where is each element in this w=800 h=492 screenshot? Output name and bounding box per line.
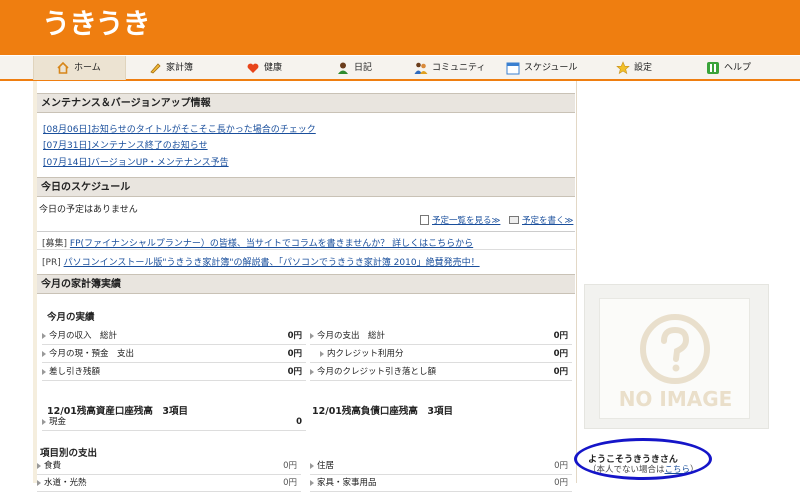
main-content: メンテナンス＆バージョンアップ情報 [08月06日]お知らせのタイトルがそこそこ… (37, 81, 577, 492)
ad-line-2: [PR] パソコンインストール版"うきうき家計簿"の解説書、「パソコンでうきうき… (42, 255, 480, 268)
balance-row: 差し引き残額 0円 (42, 365, 306, 381)
community-icon (414, 61, 428, 75)
nav-label: ヘルプ (724, 63, 752, 73)
ad-tag: [PR] (42, 258, 61, 268)
ad-line-1: [募集] FP(ファイナンシャルプランナー）の皆様、当サイトでコラムを書きません… (42, 236, 473, 249)
ad-link[interactable]: FP(ファイナンシャルプランナー）の皆様、当サイトでコラムを書きませんか？ 詳し… (70, 239, 473, 249)
main-nav: ホーム 家計簿 健康 日記 コミュニティ スケジュール 設定 ヘルプ (0, 55, 800, 81)
nav-label: 家計簿 (166, 63, 194, 73)
right-frame (777, 81, 800, 483)
nav-label: 設定 (634, 63, 653, 73)
income-total-row: 今月の収入 総計 0円 (42, 329, 306, 345)
site-logo[interactable]: うきうき (42, 6, 150, 42)
person-icon (336, 61, 350, 75)
no-image-text: NO IMAGE (618, 387, 733, 411)
ad-link[interactable]: パソコンインストール版"うきうき家計簿"の解説書、「パソコンでうきうき家計簿 2… (64, 258, 480, 268)
divider (37, 249, 575, 250)
star-icon (616, 61, 630, 75)
nav-label: ホーム (74, 63, 101, 73)
nav-schedule[interactable]: スケジュール (506, 56, 577, 80)
kakeibo-heading: 今月の家計簿実績 (37, 274, 575, 294)
schedule-empty-text: 今日の予定はありません (39, 205, 138, 215)
memo-icon (420, 215, 429, 225)
nav-help[interactable]: ヘルプ (706, 56, 751, 80)
divider (37, 231, 575, 232)
heart-icon (246, 61, 260, 75)
expense-furniture-row: 家具・家事用品 0円 (310, 476, 572, 492)
nav-home[interactable]: ホーム (33, 56, 126, 80)
expense-utility-row: 水道・光熱 0円 (37, 476, 301, 492)
asset-cash-row: 現金 0 (42, 415, 306, 431)
kakeibo-subheading: 今月の実績 (47, 312, 95, 323)
credit-withdraw-row: 今月のクレジット引き落とし額 0円 (310, 365, 572, 381)
no-image-placeholder: NO IMAGE (599, 298, 750, 419)
schedule-list-link[interactable]: 予定一覧を見る≫ (420, 214, 500, 226)
nav-label: 日記 (354, 63, 373, 73)
header: うきうき (0, 0, 800, 55)
profile-panel: NO IMAGE ようこそうきうきさん （本人でない場合はこちら） (574, 81, 777, 483)
maintenance-heading: メンテナンス＆バージョンアップ情報 (37, 93, 575, 113)
annotation-circle (574, 438, 712, 480)
nav-label: 健康 (264, 63, 283, 73)
maintenance-link-1[interactable]: [08月06日]お知らせのタイトルがそこそこ長かった場合のチェック (43, 122, 316, 135)
cash-expense-row: 今月の現・預金 支出 0円 (42, 347, 306, 363)
nav-kakeibo[interactable]: 家計簿 (148, 56, 193, 80)
schedule-heading: 今日のスケジュール (37, 177, 575, 197)
calendar-icon (506, 61, 520, 75)
expense-food-row: 食費 0円 (37, 459, 301, 475)
nav-label: スケジュール (524, 63, 578, 73)
expense-category-heading: 項目別の支出 (40, 448, 98, 459)
schedule-write-link[interactable]: 予定を書く≫ (509, 214, 573, 226)
expense-housing-row: 住居 0円 (310, 459, 572, 475)
credit-usage-row: 内クレジット利用分 0円 (310, 347, 572, 363)
nav-community[interactable]: コミュニティ (414, 56, 485, 80)
book-icon (509, 216, 519, 224)
maintenance-link-3[interactable]: [07月14日]バージョンUP・メンテナンス予告 (43, 155, 229, 168)
expense-total-row: 今月の支出 総計 0円 (310, 329, 572, 345)
help-icon (706, 61, 720, 75)
debt-heading: 12/01残高負債口座残高 3項目 (312, 406, 454, 417)
pencil-icon (148, 61, 162, 75)
nav-settings[interactable]: 設定 (616, 56, 652, 80)
nav-kenkou[interactable]: 健康 (246, 56, 282, 80)
nav-nikki[interactable]: 日記 (336, 56, 372, 80)
profile-image: NO IMAGE (584, 284, 769, 429)
ad-tag: [募集] (42, 239, 68, 249)
nav-label: コミュニティ (432, 63, 486, 73)
home-icon (56, 61, 70, 75)
maintenance-link-2[interactable]: [07月31日]メンテナンス終了のお知らせ (43, 138, 208, 151)
